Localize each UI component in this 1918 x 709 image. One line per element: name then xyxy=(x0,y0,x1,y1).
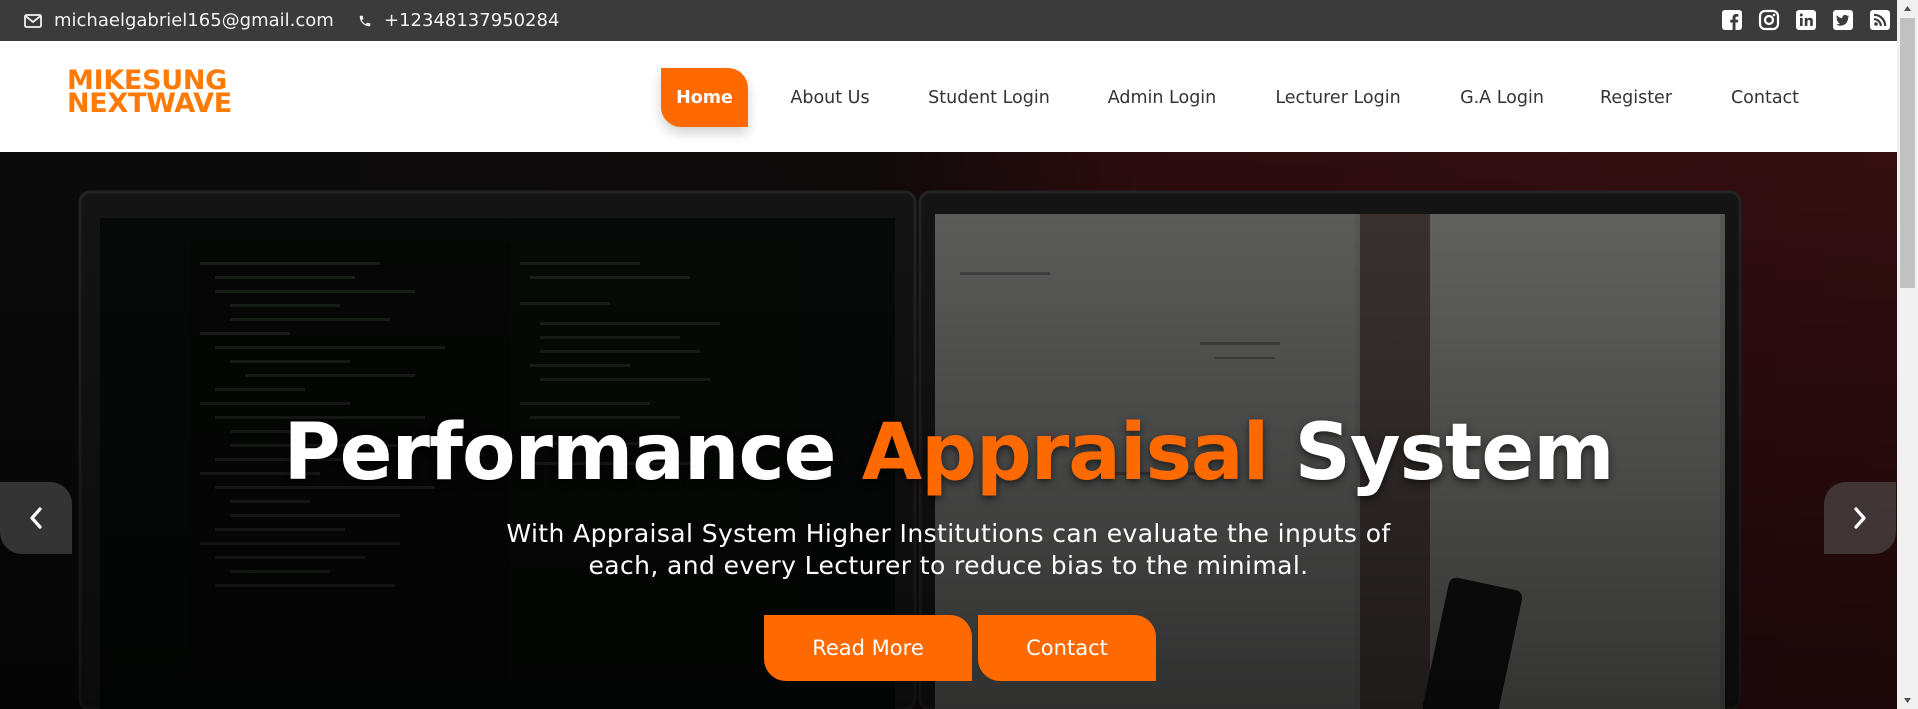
nav-about-us[interactable]: About Us xyxy=(776,68,884,127)
scroll-down-arrow-icon[interactable] xyxy=(1897,692,1918,709)
nav-home[interactable]: Home xyxy=(661,68,748,127)
rss-icon[interactable] xyxy=(1869,9,1891,31)
phone-icon xyxy=(359,15,371,26)
chevron-left-icon xyxy=(30,507,42,529)
facebook-icon[interactable] xyxy=(1721,9,1743,31)
hero-title: Performance Appraisal System xyxy=(0,408,1897,498)
phone-text: +12348137950284 xyxy=(384,10,560,31)
main-nav: Home About Us Student Login Admin Login … xyxy=(0,41,1897,152)
slider-prev-button[interactable] xyxy=(0,482,72,554)
hero-slider: Performance Appraisal System With Apprai… xyxy=(0,152,1897,709)
nav-ga-login[interactable]: G.A Login xyxy=(1448,68,1556,127)
nav-lecturer-login[interactable]: Lecturer Login xyxy=(1258,68,1418,127)
social-links xyxy=(1721,9,1891,31)
page-scrollbar[interactable] xyxy=(1897,0,1918,709)
scroll-up-arrow-icon[interactable] xyxy=(1897,0,1918,17)
contact-email[interactable]: michaelgabriel165@gmail.com xyxy=(24,0,334,41)
nav-contact[interactable]: Contact xyxy=(1721,68,1809,127)
slider-next-button[interactable] xyxy=(1824,482,1896,554)
read-more-button[interactable]: Read More xyxy=(764,615,972,681)
nav-student-login[interactable]: Student Login xyxy=(912,68,1066,127)
instagram-icon[interactable] xyxy=(1758,9,1780,31)
hero-title-part1: Performance xyxy=(283,408,836,498)
nav-admin-login[interactable]: Admin Login xyxy=(1097,68,1227,127)
contact-button[interactable]: Contact xyxy=(978,615,1156,681)
nav-register[interactable]: Register xyxy=(1590,68,1682,127)
hero-subtitle: With Appraisal System Higher Institution… xyxy=(506,519,1391,580)
twitter-icon[interactable] xyxy=(1832,9,1854,31)
site-header: MIKESUNG NEXTWAVE Home About Us Student … xyxy=(0,41,1897,152)
chevron-right-icon xyxy=(1854,507,1866,529)
scroll-thumb[interactable] xyxy=(1900,18,1915,288)
top-bar: michaelgabriel165@gmail.com +12348137950… xyxy=(0,0,1897,41)
contact-phone[interactable]: +12348137950284 xyxy=(358,0,559,41)
linkedin-icon[interactable] xyxy=(1795,9,1817,31)
hero-title-accent: Appraisal xyxy=(861,408,1270,498)
envelope-icon xyxy=(24,13,42,28)
email-text: michaelgabriel165@gmail.com xyxy=(54,10,334,31)
hero-title-part2: System xyxy=(1294,408,1615,498)
